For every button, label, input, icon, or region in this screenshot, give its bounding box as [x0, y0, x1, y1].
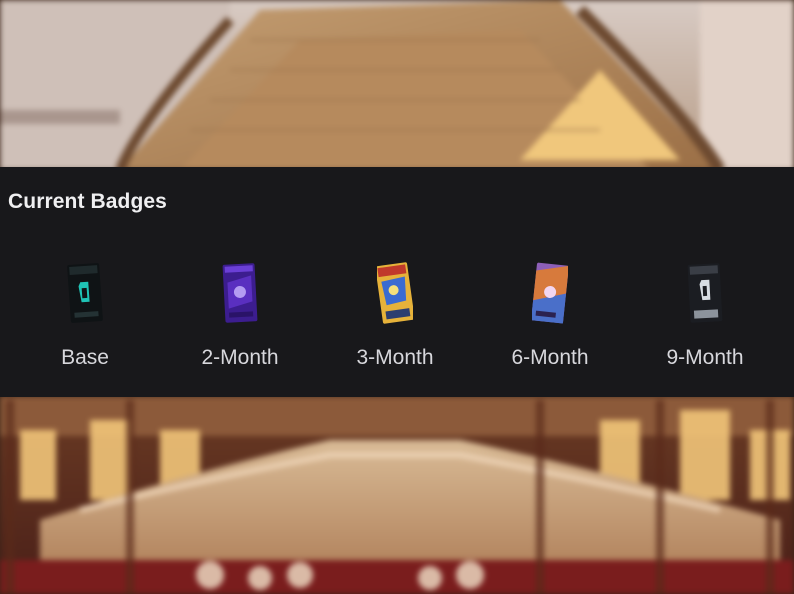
3-month-badge-icon [377, 262, 413, 324]
badge-label: 3-Month [356, 346, 434, 369]
badge-9-month[interactable]: 9-Month [645, 256, 765, 376]
badge-label: 6-Month [511, 346, 589, 369]
stream-background-scene: Current Badges Base 2-Month 3-Month 6-Mo… [0, 0, 794, 594]
9-month-badge-icon [687, 263, 723, 323]
badge-6-month[interactable]: 6-Month [490, 256, 610, 376]
2-month-badge-icon [222, 263, 258, 323]
badge-3-month[interactable]: 3-Month [335, 256, 455, 376]
panel-title: Current Badges [8, 190, 167, 213]
6-month-badge-icon [532, 262, 568, 324]
base-badge-icon [67, 263, 103, 323]
badge-label: Base [61, 346, 109, 369]
badge-2-month[interactable]: 2-Month [180, 256, 300, 376]
badge-base[interactable]: Base [25, 256, 145, 376]
badge-label: 9-Month [666, 346, 744, 369]
badge-label: 2-Month [201, 346, 279, 369]
